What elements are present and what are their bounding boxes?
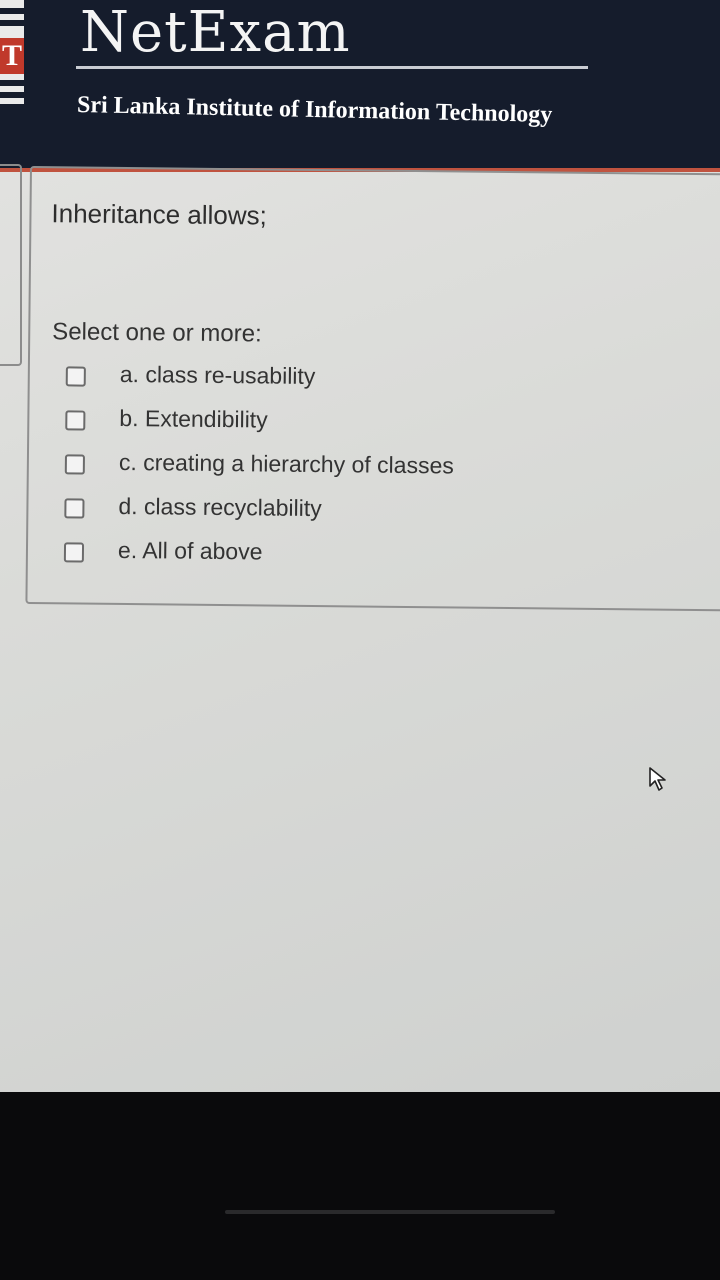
- answer-option-label[interactable]: a. class re-usability: [120, 361, 316, 390]
- title-divider: [76, 66, 588, 69]
- mouse-pointer-icon: [649, 767, 666, 791]
- quiz-info-panel: [0, 164, 22, 366]
- checkbox-icon[interactable]: [64, 454, 85, 475]
- answer-options: a. class re-usability b. Extendibility c…: [63, 358, 626, 584]
- answer-option-a[interactable]: a. class re-usability: [65, 358, 626, 408]
- app-title: NetExam: [80, 0, 351, 65]
- answer-option-label[interactable]: c. creating a hierarchy of classes: [119, 449, 454, 480]
- checkbox-icon[interactable]: [63, 542, 85, 563]
- checkbox-icon[interactable]: [64, 498, 85, 519]
- question-text: Inheritance allows;: [51, 198, 267, 231]
- institute-name: Sri Lanka Institute of Information Techn…: [76, 92, 553, 128]
- question-card: Inheritance allows; Select one or more: …: [25, 166, 720, 612]
- answer-option-label[interactable]: b. Extendibility: [119, 405, 268, 434]
- answer-option-b[interactable]: b. Extendibility: [65, 402, 625, 452]
- logo-letter: T: [0, 38, 24, 74]
- answer-option-label[interactable]: e. All of above: [118, 537, 263, 566]
- answer-prompt: Select one or more:: [52, 318, 262, 348]
- checkbox-icon[interactable]: [65, 410, 86, 431]
- browser-viewport: T NetExam Sri Lanka Institute of Informa…: [0, 0, 720, 1092]
- site-header: T NetExam Sri Lanka Institute of Informa…: [0, 0, 720, 172]
- answer-option-c[interactable]: c. creating a hierarchy of classes: [64, 446, 625, 496]
- bezel-reflection: [225, 1210, 555, 1214]
- checkbox-icon[interactable]: [65, 366, 86, 387]
- sliit-logo-icon: T: [0, 0, 24, 104]
- answer-option-e[interactable]: e. All of above: [63, 534, 624, 584]
- answer-option-label[interactable]: d. class recyclability: [118, 493, 322, 522]
- answer-option-d[interactable]: d. class recyclability: [64, 490, 624, 540]
- monitor-bezel: [0, 1092, 720, 1280]
